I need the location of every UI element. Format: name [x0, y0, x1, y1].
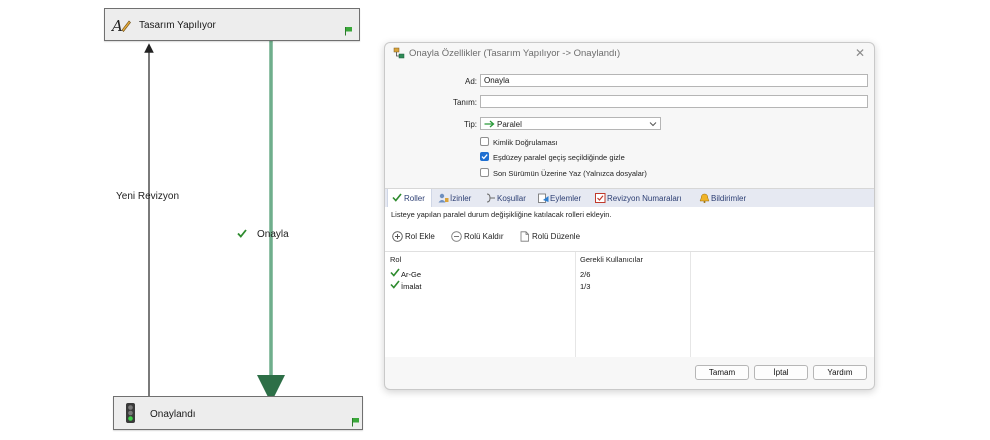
green-check-icon — [390, 268, 400, 277]
design-pen-icon: A — [111, 17, 131, 34]
checkmark-icon — [481, 154, 488, 160]
green-check-icon — [390, 280, 400, 289]
name-label: Ad: — [464, 77, 477, 86]
checkbox-label: Kimlik Doğrulaması — [493, 138, 558, 147]
checkbox-label: Son Sürümün Üzerine Yaz (Yalnızca dosyal… — [493, 169, 647, 178]
role-required-users: 2/6 — [580, 270, 591, 279]
checkbox-box-checked[interactable] — [480, 152, 489, 161]
state-box-approved[interactable]: Onaylandı — [113, 396, 363, 430]
tab-label: Revizyon Numaraları — [607, 194, 682, 203]
add-circle-icon — [392, 231, 403, 242]
remove-circle-icon — [451, 231, 462, 242]
state-label-approved: Onaylandı — [150, 409, 196, 420]
close-button[interactable]: ✕ — [852, 45, 868, 61]
transition-label-revise[interactable]: Yeni Revizyon — [116, 191, 179, 202]
document-icon — [520, 231, 529, 242]
tab-label: Eylemler — [550, 194, 582, 203]
actions-icon — [538, 193, 549, 203]
green-check-icon — [237, 229, 247, 238]
tab-bar: Roller İzinler Koşullar Eylemler Revizyo… — [385, 188, 874, 208]
traffic-light-icon — [126, 403, 135, 423]
transition-icon — [393, 47, 405, 59]
state-label-design: Tasarım Yapılıyor — [139, 20, 216, 31]
bell-icon — [699, 193, 710, 203]
dialog-titlebar[interactable]: Onayla Özellikler (Tasarım Yapılıyor -> … — [385, 43, 874, 63]
cancel-button[interactable]: İptal — [754, 365, 808, 380]
role-name: Ar-Ge — [401, 270, 422, 279]
tool-label: Rol Ekle — [405, 232, 435, 241]
revision-icon — [595, 193, 606, 203]
transition-properties-dialog: Onayla Özellikler (Tasarım Yapılıyor -> … — [384, 42, 875, 390]
tab-notifications[interactable]: Bildirimler — [699, 189, 759, 207]
checkbox-box[interactable] — [480, 168, 489, 177]
tab-actions[interactable]: Eylemler — [538, 189, 590, 207]
role-name: İmalat — [401, 282, 422, 291]
flag-icon — [352, 418, 359, 427]
conditions-icon — [486, 193, 495, 203]
description-label: Tanım: — [452, 98, 477, 107]
checkbox-box[interactable] — [480, 137, 489, 146]
role-required-users: 1/3 — [580, 282, 591, 291]
tab-conditions[interactable]: Koşullar — [485, 189, 533, 207]
type-label: Tip: — [463, 120, 477, 129]
table-row[interactable]: Ar-Ge 2/6 — [385, 268, 874, 280]
tab-label: Roller — [404, 194, 425, 203]
permissions-icon — [438, 193, 449, 203]
tab-permissions[interactable]: İzinler — [438, 189, 478, 207]
column-header-required-users[interactable]: Gerekli Kullanıcılar — [580, 255, 643, 264]
state-box-design[interactable]: A Tasarım Yapılıyor — [104, 8, 360, 41]
arrow-right-icon — [484, 120, 495, 128]
table-row[interactable]: İmalat 1/3 — [385, 280, 874, 292]
tool-label: Rolü Düzenle — [532, 232, 581, 241]
tab-label: Bildirimler — [711, 194, 747, 203]
chevron-down-icon — [649, 122, 657, 127]
description-input[interactable] — [480, 95, 868, 108]
ok-button[interactable]: Tamam — [695, 365, 749, 380]
check-icon — [392, 193, 402, 202]
grid-separator — [385, 251, 874, 252]
checkbox-label: Eşdüzey paralel geçiş seçildiğinde gizle — [493, 153, 625, 162]
flag-icon — [345, 27, 352, 36]
roles-tab-panel: Listeye yapılan paralel durum değişikliğ… — [385, 207, 874, 357]
help-button[interactable]: Yardım — [813, 365, 867, 380]
tab-label: İzinler — [450, 194, 472, 203]
type-select-value: Paralel — [497, 120, 522, 129]
transition-label-approve[interactable]: Onayla — [257, 229, 289, 240]
dialog-title: Onayla Özellikler (Tasarım Yapılıyor -> … — [409, 48, 621, 59]
tab-revision-numbers[interactable]: Revizyon Numaraları — [595, 189, 691, 207]
column-header-role[interactable]: Rol — [390, 255, 401, 264]
tab-label: Koşullar — [497, 194, 526, 203]
svg-text:A: A — [111, 17, 123, 34]
tab-roles[interactable]: Roller — [387, 189, 432, 207]
roles-hint-text: Listeye yapılan paralel durum değişikliğ… — [391, 210, 612, 219]
name-input[interactable]: Onayla — [480, 74, 868, 87]
type-select[interactable]: Paralel — [480, 117, 661, 130]
tool-label: Rolü Kaldır — [464, 232, 504, 241]
